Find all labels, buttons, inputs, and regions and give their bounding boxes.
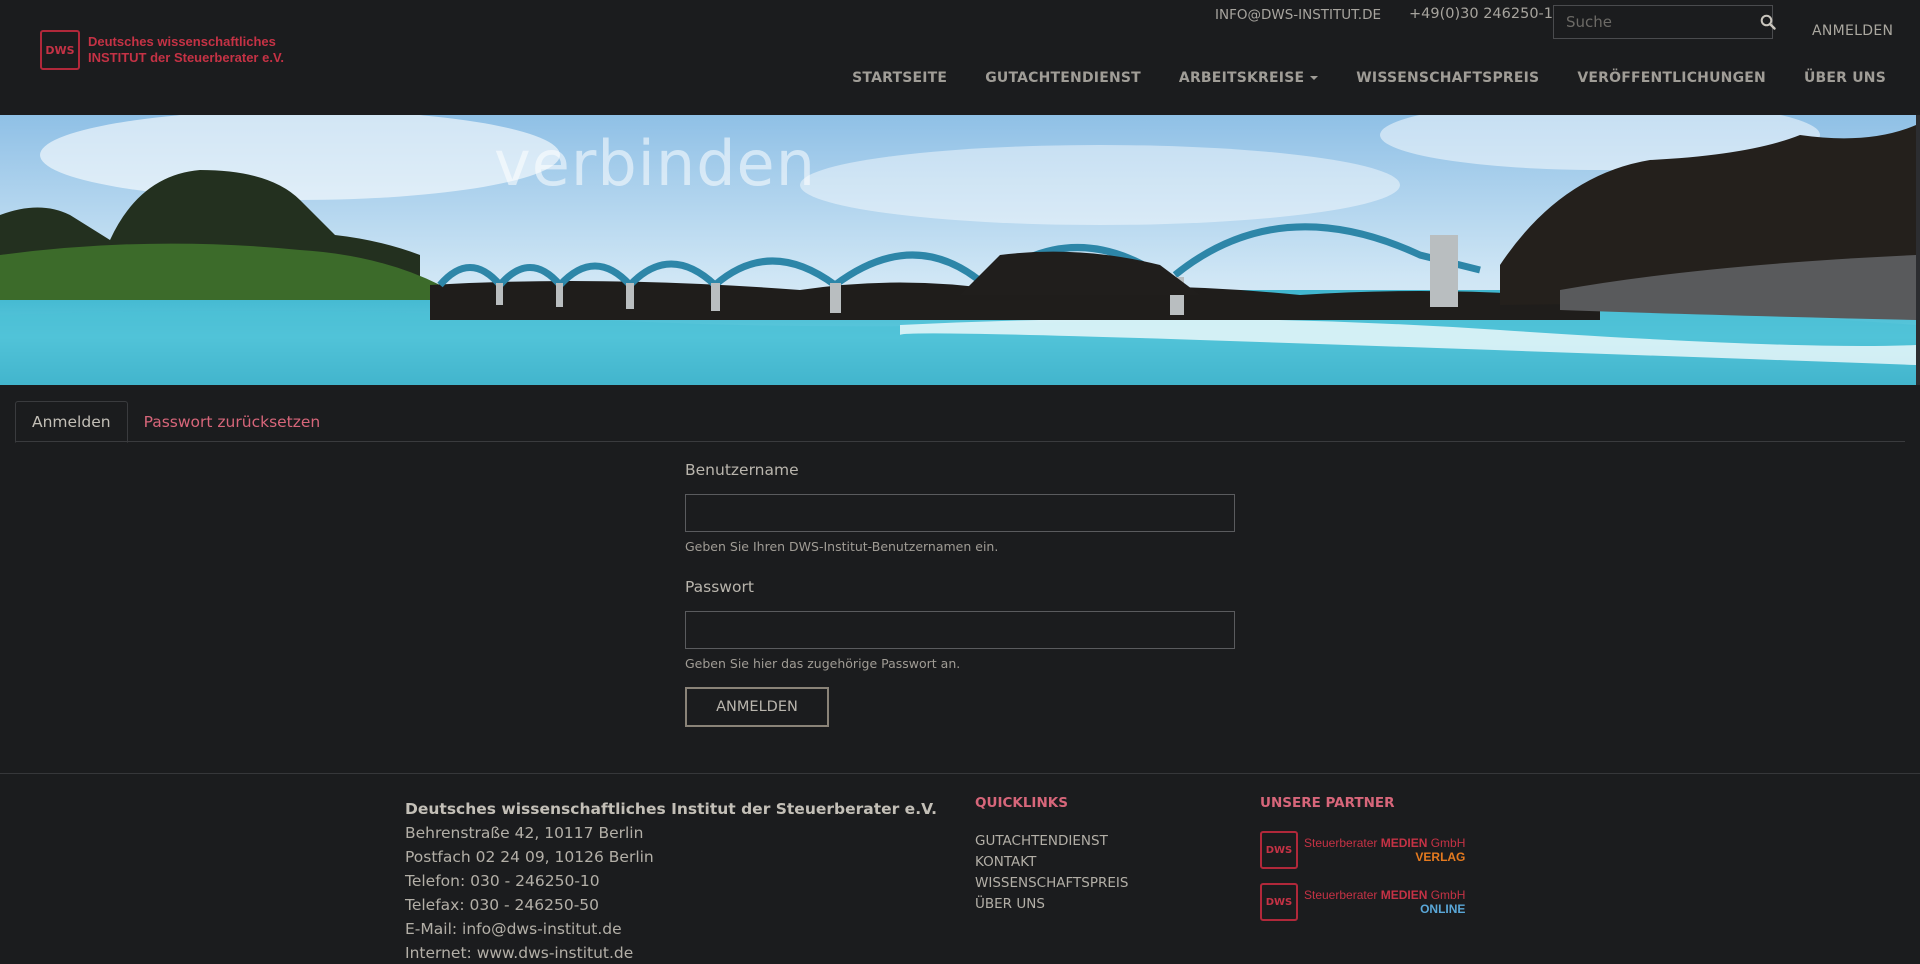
nav-item-ueber-uns[interactable]: ÜBER UNS [1804, 70, 1886, 86]
footer-postfach: Postfach 02 24 09, 10126 Berlin [405, 848, 654, 866]
page-scrollbar[interactable] [1916, 115, 1920, 385]
partner-name-suffix: GmbH [1427, 836, 1466, 850]
partner-online-logo[interactable]: DWS Steuerberater MEDIEN GmbH ONLINE [1260, 883, 1465, 921]
logo-line-2: INSTITUT der Steuerberater e.V. [88, 50, 285, 65]
username-input[interactable] [686, 495, 1234, 531]
tab-anmelden[interactable]: Anmelden [15, 401, 128, 443]
logo-mark: DWS [40, 30, 80, 70]
partner-name-prefix: Steuerberater [1304, 836, 1381, 850]
hero-image [0, 115, 1916, 385]
search-icon [1760, 14, 1776, 30]
nav-label: ÜBER UNS [1803, 70, 1886, 86]
site-header: DWS Deutsches wissenschaftliches INSTITU… [0, 0, 1920, 115]
footer-address: Behrenstraße 42, 10117 Berlin [405, 824, 644, 842]
partner-mark: DWS [1260, 883, 1298, 921]
topbar-email-link[interactable]: INFO@DWS-INSTITUT.DE [1215, 7, 1381, 23]
partner-sub-online: ONLINE [1420, 902, 1466, 916]
username-field-wrapper [685, 494, 1235, 532]
login-form: Benutzername Geben Sie Ihren DWS-Institu… [685, 461, 1235, 727]
footer-contact: Deutsches wissenschaftliches Institut de… [405, 797, 937, 964]
site-footer: Deutsches wissenschaftliches Institut de… [0, 773, 1920, 964]
footer-internet[interactable]: Internet: www.dws-institut.de [405, 941, 937, 964]
partners-title: UNSERE PARTNER [1260, 795, 1395, 811]
tab-passwort-zuruecksetzen[interactable]: Passwort zurücksetzen [128, 401, 337, 442]
password-help: Geben Sie hier das zugehörige Passwort a… [685, 656, 961, 671]
caret-down-icon [1310, 76, 1319, 80]
login-tabs: Anmelden Passwort zurücksetzen [15, 401, 1905, 443]
nav-label: WISSENSCHAFTSPREIS [1356, 70, 1540, 86]
search-button[interactable] [1760, 6, 1776, 38]
hero-title: verbinden [494, 127, 816, 200]
password-label: Passwort [685, 578, 754, 596]
logo-text: Deutsches wissenschaftliches INSTITUT de… [88, 34, 284, 66]
footer-partners: UNSERE PARTNER DWS Steuerberater MEDIEN … [1260, 795, 1465, 935]
partner-mark: DWS [1260, 831, 1298, 869]
nav-item-wissenschaftspreis[interactable]: WISSENSCHAFTSPREIS [1356, 70, 1539, 86]
logo-line-1: Deutsches wissenschaftliches [88, 34, 276, 49]
quicklink-ueber-uns[interactable]: ÜBER UNS [975, 894, 1128, 915]
partner-sub-verlag: VERLAG [1415, 850, 1466, 864]
nav-label: GUTACHTENDIENST [985, 70, 1141, 86]
header-login-link[interactable]: ANMELDEN [1812, 23, 1893, 39]
nav-label: ARBEITSKREISE [1178, 70, 1305, 86]
footer-email[interactable]: E-Mail: info@dws-institut.de [405, 917, 937, 941]
main-nav: STARTSEITE GUTACHTENDIENST ARBEITSKREISE… [852, 70, 1886, 86]
search-input[interactable] [1554, 6, 1760, 38]
footer-telefax: Telefax: 030 - 246250-50 [405, 896, 600, 914]
nav-item-startseite[interactable]: STARTSEITE [852, 70, 947, 86]
password-input[interactable] [686, 612, 1234, 648]
site-logo[interactable]: DWS Deutsches wissenschaftliches INSTITU… [40, 30, 284, 70]
nav-item-gutachtendienst[interactable]: GUTACHTENDIENST [985, 70, 1141, 86]
nav-label: STARTSEITE [852, 70, 948, 86]
nav-item-arbeitskreise[interactable]: ARBEITSKREISE [1178, 70, 1319, 86]
footer-telefon: Telefon: 030 - 246250-10 [405, 872, 600, 890]
quicklinks-title: QUICKLINKS [975, 795, 1068, 811]
password-field-wrapper [685, 611, 1235, 649]
partner-name-bold: MEDIEN [1380, 888, 1428, 902]
hero-banner: verbinden [0, 115, 1916, 385]
username-help: Geben Sie Ihren DWS-Institut-Benutzernam… [685, 539, 999, 554]
footer-org-name: Deutsches wissenschaftliches Institut de… [405, 800, 937, 818]
quicklink-gutachtendienst[interactable]: GUTACHTENDIENST [975, 831, 1128, 852]
username-label: Benutzername [685, 461, 799, 479]
nav-item-veroeffentlichungen[interactable]: VERÖFFENTLICHUNGEN [1577, 70, 1766, 86]
partner-text: Steuerberater MEDIEN GmbH ONLINE [1304, 888, 1465, 916]
quicklink-wissenschaftspreis[interactable]: WISSENSCHAFTSPREIS [975, 873, 1128, 894]
partner-verlag-logo[interactable]: DWS Steuerberater MEDIEN GmbH VERLAG [1260, 831, 1465, 869]
footer-quicklinks: QUICKLINKS GUTACHTENDIENST KONTAKT WISSE… [975, 795, 1128, 915]
partner-name-prefix: Steuerberater [1304, 888, 1381, 902]
quicklink-kontakt[interactable]: KONTAKT [975, 852, 1128, 873]
login-submit-button[interactable]: ANMELDEN [685, 687, 829, 727]
partner-name-bold: MEDIEN [1380, 836, 1428, 850]
partner-name-suffix: GmbH [1427, 888, 1466, 902]
partner-text: Steuerberater MEDIEN GmbH VERLAG [1304, 836, 1465, 864]
topbar-phone-link[interactable]: +49(0)30 246250-10 [1409, 6, 1562, 22]
nav-label: VERÖFFENTLICHUNGEN [1577, 70, 1766, 86]
search-box [1553, 5, 1776, 39]
